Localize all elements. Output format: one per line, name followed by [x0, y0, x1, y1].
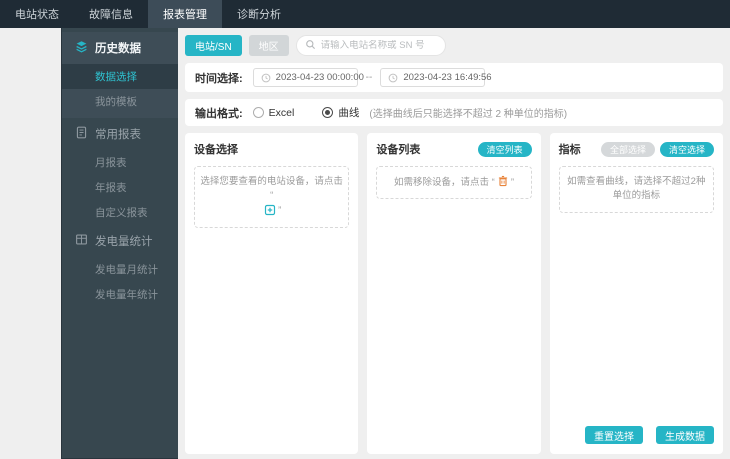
metrics-placeholder: 如需查看曲线，请选择不超过2种单位的指标 — [558, 166, 714, 213]
date-range-separator: -- — [365, 72, 373, 83]
nav-item-report-management[interactable]: 报表管理 — [148, 0, 222, 28]
metrics-panel-footer: 重置选择 生成数据 — [559, 426, 714, 446]
sidebar-item-monthly-report[interactable]: 月报表 — [62, 150, 178, 175]
left-gutter — [0, 28, 61, 459]
table-icon — [75, 233, 88, 249]
trash-icon[interactable] — [495, 175, 511, 190]
sidebar-item-generation-yearly[interactable]: 发电量年统计 — [62, 282, 178, 307]
document-icon — [75, 126, 88, 142]
device-list-title: 设备列表 — [376, 144, 421, 156]
sidebar-group-label: 常用报表 — [95, 129, 141, 141]
sidebar-group-label: 历史数据 — [95, 43, 141, 55]
station-sn-tab-button[interactable]: 电站/SN — [185, 35, 242, 56]
layers-icon — [75, 40, 88, 56]
clear-list-button[interactable]: 清空列表 — [477, 141, 532, 157]
device-select-placeholder: 选择您要查看的电站设备，请点击 “ ” — [194, 166, 350, 228]
add-device-icon[interactable] — [262, 204, 278, 219]
device-list-placeholder: 如需移除设备，请点击 “ ” — [376, 166, 532, 200]
device-select-title: 设备选择 — [194, 144, 238, 156]
reset-selection-button[interactable]: 重置选择 — [584, 426, 643, 444]
clock-icon — [261, 73, 271, 83]
placeholder-text: 如需移除设备，请点击 “ — [394, 176, 495, 188]
start-datetime-value: 2023-04-23 00:00:00 — [275, 72, 364, 83]
main-layout: 历史数据 数据选择 我的模板 常用报表 月报表 年报表 自定义报表 发电量统计 … — [0, 28, 730, 459]
sidebar-group-common-reports: 常用报表 月报表 年报表 自定义报表 — [62, 118, 178, 225]
sidebar-item-data-selection[interactable]: 数据选择 — [62, 64, 178, 89]
radio-option-excel[interactable]: Excel — [252, 106, 295, 119]
placeholder-text: ” — [278, 205, 282, 216]
sidebar-group-generation-stats: 发电量统计 发电量月统计 发电量年统计 — [62, 225, 178, 307]
sidebar: 历史数据 数据选择 我的模板 常用报表 月报表 年报表 自定义报表 发电量统计 … — [61, 28, 178, 459]
output-format-label: 输出格式: — [195, 107, 243, 120]
region-tab-button[interactable]: 地区 — [248, 35, 289, 56]
search-box[interactable] — [295, 35, 446, 56]
top-navbar: 电站状态 故障信息 报表管理 诊断分析 — [0, 0, 730, 28]
search-row: 电站/SN 地区 — [185, 35, 723, 56]
clear-metrics-button[interactable]: 清空选择 — [659, 141, 714, 157]
select-all-metrics-button[interactable]: 全部选择 — [600, 141, 655, 157]
nav-item-fault-info[interactable]: 故障信息 — [74, 0, 148, 28]
placeholder-text: 选择您要查看的电站设备，请点击 “ — [200, 176, 343, 202]
end-datetime-value: 2023-04-23 16:49:56 — [403, 72, 492, 83]
sidebar-group-header-common-reports[interactable]: 常用报表 — [62, 118, 178, 150]
sidebar-item-yearly-report[interactable]: 年报表 — [62, 175, 178, 200]
metrics-panel: 指标 全部选择 清空选择 如需查看曲线，请选择不超过2种单位的指标 重置选择 生… — [549, 133, 723, 454]
device-list-header: 设备列表 清空列表 — [376, 141, 532, 157]
sidebar-group-label: 发电量统计 — [95, 236, 153, 248]
curve-option-note: (选择曲线后只能选择不超过 2 种单位的指标) — [369, 109, 568, 120]
sidebar-group-header-generation-stats[interactable]: 发电量统计 — [62, 225, 178, 257]
placeholder-text: ” — [510, 176, 514, 188]
sidebar-item-generation-monthly[interactable]: 发电量月统计 — [62, 257, 178, 282]
end-datetime-input[interactable]: 2023-04-23 16:49:56 — [380, 68, 492, 87]
sidebar-group-header-history-data[interactable]: 历史数据 — [62, 32, 178, 64]
device-list-panel: 设备列表 清空列表 如需移除设备，请点击 “ ” — [367, 133, 541, 454]
output-format-card: 输出格式: Excel 曲线 (选择曲线后只能选择不超过 2 种单位的指标) — [185, 99, 723, 126]
sidebar-item-custom-report[interactable]: 自定义报表 — [62, 200, 178, 225]
radio-excel-label: Excel — [268, 106, 295, 119]
radio-curve[interactable] — [322, 107, 334, 118]
nav-item-diagnosis[interactable]: 诊断分析 — [222, 0, 296, 28]
placeholder-text: 如需查看曲线，请选择不超过2种单位的指标 — [567, 176, 706, 202]
nav-item-station-status[interactable]: 电站状态 — [0, 0, 74, 28]
radio-option-curve[interactable]: 曲线 (选择曲线后只能选择不超过 2 种单位的指标) — [322, 105, 567, 120]
search-input[interactable] — [320, 40, 437, 51]
generate-data-button[interactable]: 生成数据 — [655, 426, 714, 444]
radio-curve-label: 曲线 — [338, 107, 360, 119]
content-area: 电站/SN 地区 时间选择: — [178, 28, 730, 459]
metrics-header: 指标 全部选择 清空选择 — [559, 141, 714, 157]
time-selection-label: 时间选择: — [195, 72, 243, 85]
selection-panels: 设备选择 选择您要查看的电站设备，请点击 “ ” 设备列表 清空列表 如需移除设… — [185, 133, 723, 454]
radio-excel[interactable] — [252, 107, 264, 118]
search-icon — [305, 37, 316, 55]
sidebar-item-my-templates[interactable]: 我的模板 — [62, 89, 178, 114]
metrics-title: 指标 — [558, 144, 581, 156]
sidebar-group-history-data: 历史数据 数据选择 我的模板 — [62, 32, 178, 118]
device-select-panel: 设备选择 选择您要查看的电站设备，请点击 “ ” — [185, 133, 359, 454]
time-selection-card: 时间选择: 2023-04-23 00:00:00 -- 2023-04-23 … — [185, 63, 723, 92]
clock-icon — [388, 73, 398, 83]
device-select-header: 设备选择 — [194, 141, 349, 157]
start-datetime-input[interactable]: 2023-04-23 00:00:00 — [252, 68, 364, 87]
